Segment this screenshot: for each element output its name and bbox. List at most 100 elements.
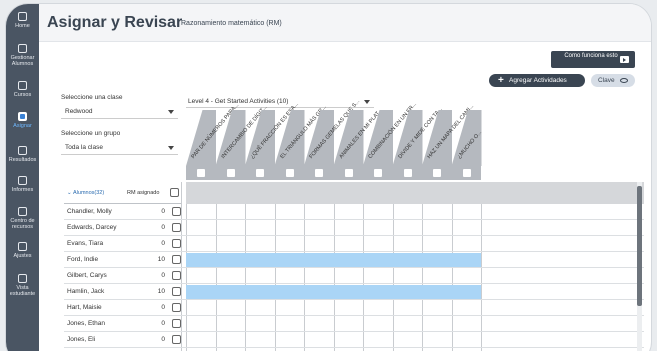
activity-select-checkbox[interactable] <box>256 169 264 177</box>
add-activities-button[interactable]: + Agregar Actividades <box>489 74 585 87</box>
rm-assigned-count: 10 <box>157 256 165 263</box>
student-name: Jones, Ethan <box>67 320 105 327</box>
table-row[interactable]: Evans, Tiara 0 <box>64 236 644 252</box>
class-select-label: Seleccione una clase <box>61 94 123 101</box>
sidebar-item-label: Asignar <box>13 123 32 129</box>
add-activities-label: Agregar Actividades <box>509 77 567 84</box>
student-checkbox[interactable] <box>172 303 181 312</box>
sidebar-item-7[interactable]: Ajustes <box>6 242 39 259</box>
student-name: Evans, Tiara <box>67 240 104 247</box>
courses-icon <box>18 81 27 90</box>
sidebar-item-label: Gestionar Alumnos <box>10 55 35 67</box>
student-name: Ford, Indie <box>67 256 99 263</box>
select-all-checkbox[interactable] <box>170 188 179 197</box>
rm-assigned-count: 0 <box>161 272 165 279</box>
resources-icon <box>18 207 27 216</box>
chevron-down-icon[interactable]: ⌄ <box>67 190 72 196</box>
activity-select-checkbox[interactable] <box>226 169 235 177</box>
activity-select-checkbox[interactable] <box>285 169 294 177</box>
group-select[interactable]: Toda la clase <box>61 141 178 155</box>
sidebar-item-0[interactable]: Home <box>6 12 39 29</box>
reports-icon <box>18 176 27 185</box>
sidebar-item-3[interactable]: Asignar <box>6 112 39 129</box>
student-name: Chandler, Molly <box>67 208 112 215</box>
group-select-value: Toda la clase <box>65 144 103 151</box>
assigned-band <box>186 285 481 299</box>
student-checkbox[interactable] <box>172 239 181 248</box>
sidebar-item-label: Vista estudiante <box>9 285 36 297</box>
video-icon <box>620 56 629 63</box>
student-checkbox[interactable] <box>172 255 181 264</box>
key-button[interactable]: Clave <box>591 74 635 87</box>
sidebar-item-label: Informes <box>11 187 34 193</box>
page-title: Asignar y Revisar <box>47 14 183 31</box>
header: Asignar y Revisar Razonamiento matemátic… <box>39 4 651 42</box>
student-checkbox[interactable] <box>172 319 181 328</box>
plus-icon: + <box>498 75 504 86</box>
activity-select-checkbox[interactable] <box>344 169 353 177</box>
student-name: Edwards, Darcey <box>67 224 117 231</box>
table-row[interactable]: Hamlin, Jack 10 <box>64 284 644 300</box>
class-select[interactable]: Redwood <box>61 105 178 119</box>
student-checkbox[interactable] <box>172 207 181 216</box>
student-name: Gilbert, Carys <box>67 272 107 279</box>
students-count[interactable]: Alumnos(32) <box>73 190 104 196</box>
group-select-label: Seleccione un grupo <box>61 130 121 137</box>
student-name: Jones, Eli <box>67 336 96 343</box>
table-row[interactable]: Jones, Eli 0 <box>64 332 644 348</box>
sidebar-item-8[interactable]: Vista estudiante <box>6 274 39 297</box>
rm-assigned-count: 0 <box>161 208 165 215</box>
table-row[interactable]: Ford, Indie 10 <box>64 252 644 268</box>
level-select[interactable]: Level 4 - Get Started Activities (10) <box>186 96 374 108</box>
settings-icon <box>18 242 27 251</box>
sidebar-item-6[interactable]: Centro de recursos <box>6 207 39 230</box>
activity-select-checkbox[interactable] <box>374 169 382 177</box>
student-checkbox[interactable] <box>172 223 181 232</box>
how-it-works-button[interactable]: Como funciona esto <box>551 51 635 68</box>
scrollbar-thumb[interactable] <box>637 186 642 306</box>
rm-assigned-count: 0 <box>161 336 165 343</box>
sidebar-item-label: Resultados <box>8 157 37 163</box>
activity-select-checkbox[interactable] <box>197 169 205 177</box>
app-window: Home Gestionar Alumnos Cursos Asignar Result… <box>6 4 651 351</box>
rm-assigned-count: 0 <box>161 224 165 231</box>
rm-assigned-label: RM asignado <box>127 190 160 196</box>
sidebar-item-2[interactable]: Cursos <box>6 81 39 98</box>
student-name: Hart, Maisie <box>67 304 102 311</box>
home-icon <box>18 12 27 21</box>
how-it-works-label: Como funciona esto <box>564 53 618 59</box>
sidebar: Home Gestionar Alumnos Cursos Asignar Result… <box>6 4 39 351</box>
student-checkbox[interactable] <box>172 287 181 296</box>
class-select-value: Redwood <box>65 108 93 115</box>
activity-select-checkbox[interactable] <box>462 169 471 177</box>
page-subtitle: Razonamiento matemático (RM) <box>181 20 282 27</box>
sidebar-item-4[interactable]: Resultados <box>6 146 39 163</box>
assigned-band <box>186 253 481 267</box>
table-row[interactable]: Hart, Maisie 0 <box>64 300 644 316</box>
activity-select-checkbox[interactable] <box>315 169 323 177</box>
student-checkbox[interactable] <box>172 271 181 280</box>
eye-icon <box>620 78 628 83</box>
chevron-down-icon <box>364 100 370 104</box>
column-header-band <box>186 182 644 204</box>
table-row[interactable]: Jones, Ethan 0 <box>64 316 644 332</box>
student-view-icon <box>18 274 27 283</box>
sidebar-item-label: Ajustes <box>13 253 32 259</box>
sidebar-item-label: Centro de recursos <box>10 218 35 230</box>
rm-assigned-count: 10 <box>157 288 165 295</box>
table-row[interactable]: Edwards, Darcey 0 <box>64 220 644 236</box>
sidebar-item-1[interactable]: Gestionar Alumnos <box>6 44 39 67</box>
table-row[interactable]: Gilbert, Carys 0 <box>64 268 644 284</box>
key-label: Clave <box>598 77 615 84</box>
student-name: Hamlin, Jack <box>67 288 105 295</box>
students-header: ⌄ Alumnos(32) RM asignado <box>64 182 181 204</box>
sidebar-item-5[interactable]: Informes <box>6 176 39 193</box>
student-checkbox[interactable] <box>172 335 181 344</box>
table-row[interactable]: Chandler, Molly 0 <box>64 204 644 220</box>
activity-select-checkbox[interactable] <box>403 169 412 177</box>
activity-select-checkbox[interactable] <box>433 169 441 177</box>
rm-assigned-count: 0 <box>161 304 165 311</box>
rm-assigned-count: 0 <box>161 240 165 247</box>
manage-students-icon <box>18 44 27 53</box>
rm-assigned-count: 0 <box>161 320 165 327</box>
